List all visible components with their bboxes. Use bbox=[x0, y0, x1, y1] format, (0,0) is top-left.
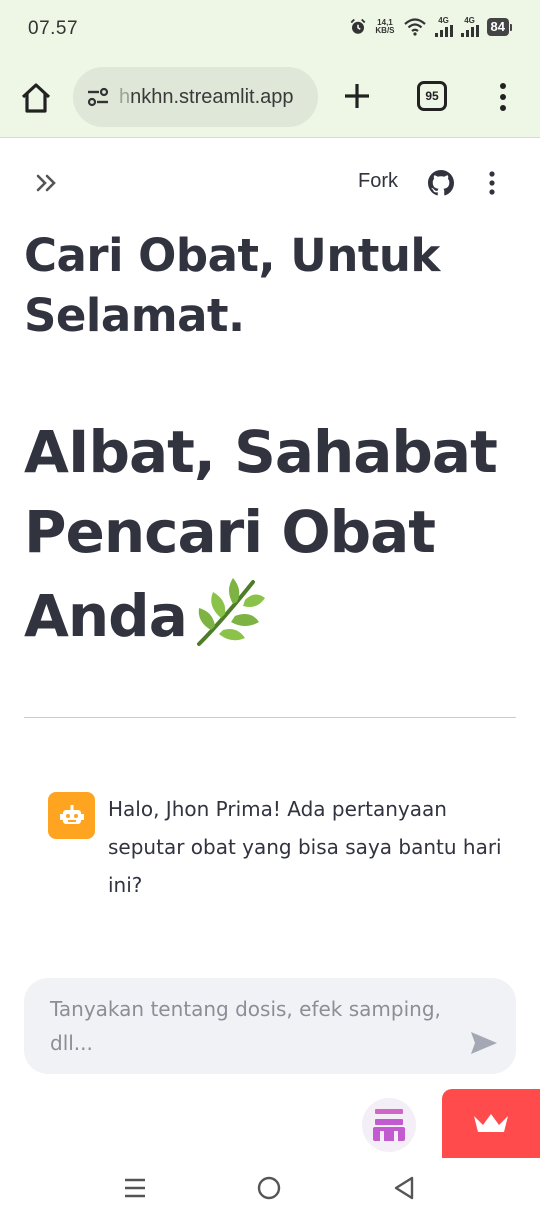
bot-message: Halo, Jhon Prima! Ada pertanyaan seputar… bbox=[108, 797, 502, 897]
send-icon[interactable] bbox=[468, 1028, 500, 1058]
signal-bars-icon bbox=[460, 25, 479, 37]
signal-4g-2: 4G bbox=[460, 16, 479, 37]
robot-icon bbox=[59, 804, 84, 824]
signal-4g-1-label: 4G bbox=[438, 16, 449, 25]
net-speed-unit: KB/S bbox=[375, 26, 395, 35]
streamlit-badge[interactable] bbox=[442, 1089, 540, 1159]
url-text-faded: h bbox=[119, 85, 131, 108]
herb-leaf-icon bbox=[196, 578, 265, 646]
status-icons: 14,1 KB/S 4G 4G 84 bbox=[349, 17, 512, 37]
double-chevron-right-icon[interactable] bbox=[32, 168, 64, 198]
bot-avatar bbox=[48, 792, 95, 839]
chat-input[interactable]: Tanyakan tentang dosis, efek samping, dl… bbox=[24, 978, 516, 1074]
tune-icon[interactable] bbox=[85, 84, 111, 110]
battery-indicator: 84 bbox=[486, 18, 512, 36]
signal-bars-icon bbox=[434, 25, 453, 37]
system-nav-bar bbox=[0, 1158, 540, 1218]
status-bar: 07.57 14,1 KB/S 4G 4G 84 bbox=[0, 0, 540, 60]
home-icon[interactable] bbox=[18, 80, 54, 116]
signal-4g-1: 4G bbox=[434, 16, 453, 37]
page-title: AIbat, Sahabat Pencari Obat Anda bbox=[24, 412, 524, 656]
wifi-icon bbox=[403, 18, 426, 36]
battery-tip bbox=[510, 23, 512, 31]
plus-icon[interactable] bbox=[340, 79, 374, 113]
battery-level: 84 bbox=[486, 18, 509, 36]
more-vert-icon[interactable] bbox=[480, 168, 504, 198]
divider bbox=[24, 717, 516, 718]
url-text[interactable]: hnkhn.streamlit.app bbox=[119, 86, 294, 109]
fork-button[interactable]: Fork bbox=[358, 170, 398, 193]
app-badge-icon bbox=[373, 1109, 405, 1141]
triangle-back-icon[interactable] bbox=[392, 1175, 416, 1201]
floating-app-badge[interactable] bbox=[362, 1098, 416, 1152]
crown-icon bbox=[474, 1114, 508, 1132]
page-subtitle: Cari Obat, Untuk Selamat. bbox=[24, 229, 440, 342]
url-text-main: nkhn.streamlit.app bbox=[130, 85, 294, 108]
menu-lines-icon[interactable] bbox=[123, 1176, 147, 1200]
chat-input-placeholder[interactable]: Tanyakan tentang dosis, efek samping, dl… bbox=[50, 992, 460, 1060]
net-speed: 14,1 KB/S bbox=[375, 19, 394, 35]
github-icon[interactable] bbox=[428, 170, 454, 196]
tab-switcher-button[interactable]: 95 bbox=[417, 81, 447, 111]
alarm-icon bbox=[350, 18, 366, 34]
more-vert-icon[interactable] bbox=[490, 80, 516, 114]
address-bar[interactable]: hnkhn.streamlit.app bbox=[73, 67, 318, 127]
browser-toolbar: hnkhn.streamlit.app 95 bbox=[0, 60, 540, 138]
status-time: 07.57 bbox=[28, 18, 79, 39]
circle-icon[interactable] bbox=[256, 1175, 282, 1201]
signal-4g-2-label: 4G bbox=[464, 16, 475, 25]
